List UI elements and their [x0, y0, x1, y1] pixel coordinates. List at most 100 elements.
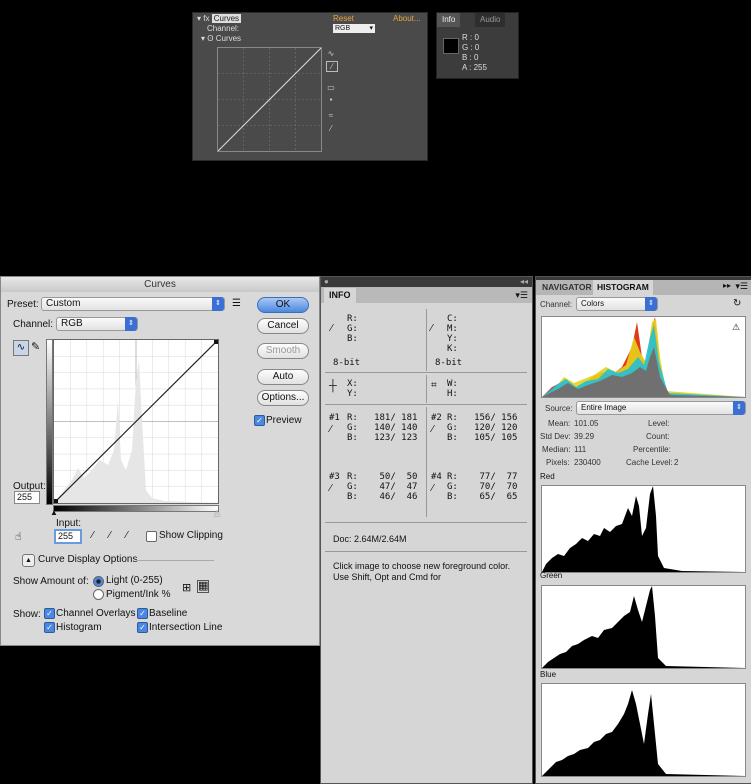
status-hint: Click image to choose new foreground col… — [333, 561, 511, 582]
hist-channel-label: Channel: — [540, 300, 573, 309]
intersection-line-checkbox[interactable]: ✓ — [137, 622, 148, 633]
reset-line-icon[interactable]: ⁄ — [326, 124, 336, 133]
hist-channel-select[interactable]: Colors ⇕ — [576, 297, 658, 311]
light-label: Light (0-255) — [106, 575, 163, 586]
detailed-grid-icon[interactable]: ▦ — [197, 580, 210, 593]
channel-overlays-checkbox[interactable]: ✓ — [44, 608, 55, 619]
curve-point-white — [214, 340, 218, 344]
eyedropper-icon: ⁄ — [331, 323, 333, 334]
curve-point-tool-icon[interactable]: ∿ — [13, 340, 29, 356]
options-button[interactable]: Options... — [257, 390, 309, 406]
ae-curve-graph[interactable] — [217, 47, 322, 152]
stopwatch-icon: ʘ — [207, 34, 214, 43]
curves-graph[interactable] — [53, 339, 219, 504]
save-disk-icon[interactable]: ▪ — [326, 95, 336, 104]
ae-channel-dropdown[interactable]: RGB ▾ — [333, 24, 375, 33]
divider — [325, 522, 527, 523]
doc-size-readout: Doc: 2.64M/2.64M — [333, 534, 407, 544]
collapse-arrows-icon[interactable]: ▸▸ — [723, 281, 731, 290]
panel-menu-icon[interactable]: ▾☰ — [735, 281, 748, 292]
baseline-checkbox[interactable]: ✓ — [137, 608, 148, 619]
source-label: Source: — [545, 404, 573, 413]
sampler-4-values: R: 77/ 77 G: 70/ 70 B: 65/ 65 — [447, 472, 518, 502]
baseline-label: Baseline — [149, 608, 188, 619]
smooth-button[interactable]: Smooth — [257, 343, 309, 359]
tab-audio[interactable]: Audio — [475, 13, 506, 27]
smooth-icon[interactable]: ≈ — [326, 111, 336, 120]
blue-histogram — [541, 683, 746, 777]
pixels-label: Pixels: — [546, 458, 570, 467]
collapse-arrows-icon[interactable]: ◂◂ — [520, 277, 528, 287]
ae-info-a: A : 255 — [462, 63, 487, 72]
median-label: Median: — [542, 445, 571, 454]
cmyk-readout: C: M: Y: K: — [447, 314, 458, 354]
median-value: 111 — [574, 445, 587, 454]
preset-select[interactable]: Custom ⇕ — [41, 297, 225, 311]
xy-readout: X: Y: — [347, 379, 358, 399]
curve-pen-icon[interactable]: ∿ — [326, 49, 336, 58]
pencil-tool-icon[interactable]: ✎ — [31, 340, 40, 353]
white-point-slider-icon[interactable]: △ — [214, 508, 220, 517]
close-dot-icon[interactable]: ● — [324, 277, 329, 287]
histogram-checkbox[interactable]: ✓ — [44, 622, 55, 633]
ae-info-g: G : 0 — [462, 43, 480, 52]
tab-histogram[interactable]: HISTOGRAM — [593, 280, 653, 295]
ae-curves-sub[interactable]: ▾ ʘ Curves — [201, 34, 241, 43]
dropdown-arrow-icon: ▾ — [369, 25, 373, 32]
mean-value: 101.05 — [574, 419, 599, 428]
eyedropper-icon: ⁄ — [431, 323, 433, 334]
histogram-label: Histogram — [56, 622, 102, 633]
disclosure-triangle-icon[interactable]: ▾ — [197, 14, 201, 23]
select-arrows-icon: ⇕ — [212, 297, 224, 311]
divider — [136, 560, 214, 561]
source-select[interactable]: Entire Image ⇕ — [576, 401, 746, 415]
refresh-icon[interactable]: ↻ — [733, 298, 741, 309]
channel-value: RGB — [61, 318, 83, 329]
display-options-toggle-icon[interactable]: ▲ — [22, 554, 35, 567]
tab-navigator[interactable]: NAVIGATOR — [538, 280, 596, 295]
ae-about-link[interactable]: About... — [393, 14, 421, 23]
hand-adjust-icon[interactable]: ☝ — [15, 530, 22, 543]
open-folder-icon[interactable]: ▭ — [326, 83, 336, 92]
auto-button[interactable]: Auto — [257, 369, 309, 385]
select-arrows-icon: ⇕ — [125, 317, 137, 331]
pigment-radio[interactable] — [93, 589, 104, 600]
ae-effect-header[interactable]: ▾ fx Curves — [197, 14, 242, 23]
divider — [325, 551, 527, 552]
panel-menu-icon[interactable]: ▾☰ — [515, 290, 528, 301]
background-histogram — [54, 360, 218, 503]
output-field[interactable]: 255 — [14, 491, 40, 504]
sampler-2-icon: ⁄ — [432, 424, 434, 435]
black-eyedropper-icon[interactable]: ⁄ — [92, 530, 94, 541]
histogram-panel: NAVIGATOR HISTOGRAM ▸▸ ▾☰ Channel: Color… — [535, 276, 751, 784]
ok-button[interactable]: OK — [257, 297, 309, 313]
tab-info[interactable]: INFO — [324, 288, 356, 303]
simple-grid-icon[interactable]: ⊞ — [182, 581, 191, 594]
ae-reset-link[interactable]: Reset — [333, 14, 354, 23]
show-clipping-checkbox[interactable] — [146, 531, 157, 542]
pencil-tool-icon[interactable]: ⁄ — [326, 61, 338, 72]
select-arrows-icon: ⇕ — [645, 297, 657, 311]
input-field[interactable]: 255 — [54, 529, 82, 544]
divider — [325, 372, 527, 373]
gray-eyedropper-icon[interactable]: ⁄ — [109, 530, 111, 541]
cancel-button[interactable]: Cancel — [257, 318, 309, 334]
white-eyedropper-icon[interactable]: ⁄ — [126, 530, 128, 541]
blue-histogram-label: Blue — [540, 670, 557, 679]
input-label: Input: — [56, 518, 82, 529]
preview-checkbox[interactable]: ✓ — [254, 415, 265, 426]
channel-label: Channel: — [13, 319, 54, 330]
light-radio[interactable] — [93, 576, 104, 587]
black-point-slider-icon[interactable]: ▲ — [50, 508, 58, 517]
divider — [426, 407, 427, 517]
rgb-readout: R: G: B: — [347, 314, 358, 344]
color-swatch — [443, 38, 459, 54]
pixels-value: 230400 — [574, 458, 601, 467]
curves-dialog-title: Curves — [1, 277, 319, 292]
fx-icon: fx — [203, 14, 210, 23]
green-histogram — [541, 585, 746, 669]
channel-select[interactable]: RGB ⇕ — [56, 317, 138, 331]
disclosure-triangle-icon[interactable]: ▾ — [201, 34, 205, 43]
preset-options-icon[interactable]: ☰ — [232, 298, 241, 309]
tab-info[interactable]: Info — [437, 13, 461, 27]
